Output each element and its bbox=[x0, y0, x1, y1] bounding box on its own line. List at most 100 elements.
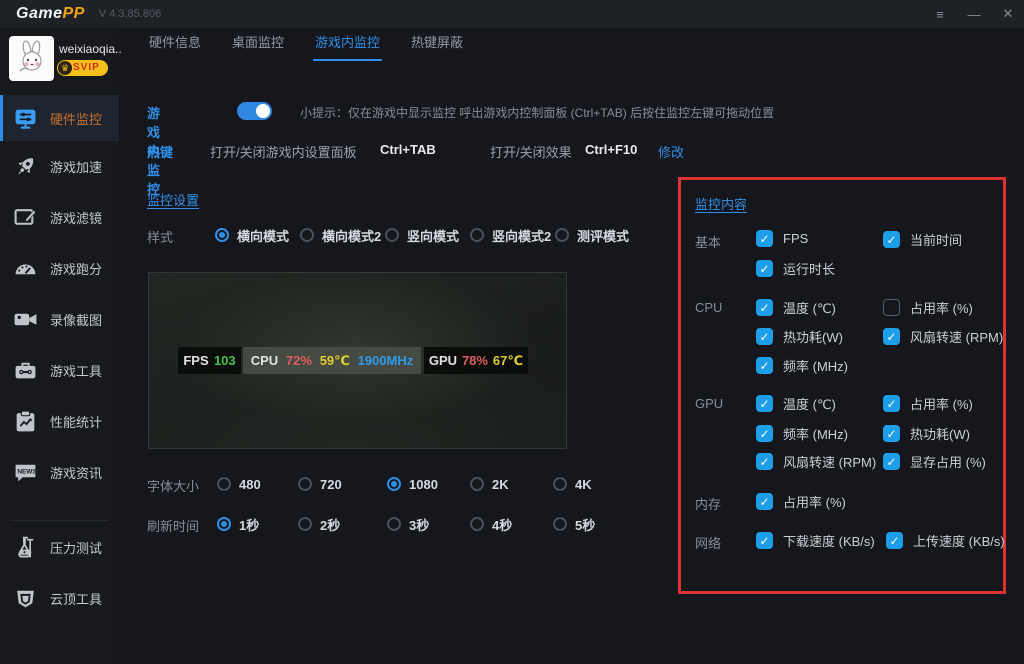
checkbox-item-cpu-temp[interactable]: 温度 (℃) bbox=[756, 298, 836, 317]
style-option-vertical[interactable]: 竖向模式 bbox=[385, 226, 459, 244]
refresh-4s[interactable]: 4秒 bbox=[470, 515, 512, 533]
sidebar-item-stress-test[interactable]: 压力测试 bbox=[0, 527, 119, 567]
checkbox-checked-icon[interactable] bbox=[886, 532, 903, 549]
style-option-horizontal2[interactable]: 横向模式2 bbox=[300, 226, 381, 244]
radio-icon[interactable] bbox=[385, 228, 399, 242]
checkbox-label: 频率 (MHz) bbox=[783, 359, 848, 374]
radio-icon[interactable] bbox=[555, 228, 569, 242]
sidebar-item-label: 游戏工具 bbox=[50, 364, 103, 379]
tab-in-game-monitor[interactable]: 游戏内监控 bbox=[313, 28, 383, 61]
checkbox-item-cpu-power[interactable]: 热功耗(W) bbox=[756, 327, 843, 346]
sidebar-item-game-tools[interactable]: 游戏工具 bbox=[0, 345, 119, 396]
style-option-vertical2[interactable]: 竖向模式2 bbox=[470, 226, 551, 244]
radio-icon[interactable] bbox=[470, 477, 484, 491]
preview-cpu-segment: CPU 72% 59℃ 1900MHz bbox=[243, 347, 421, 374]
checkbox-checked-icon[interactable] bbox=[756, 357, 773, 374]
checkbox-checked-icon[interactable] bbox=[756, 395, 773, 412]
style-option-horizontal[interactable]: 横向模式 bbox=[215, 226, 289, 244]
hotkey-panel-key: Ctrl+TAB bbox=[380, 142, 436, 157]
font-size-option-label: 480 bbox=[239, 476, 261, 492]
sidebar-item-hardware-monitor[interactable]: 硬件监控 bbox=[0, 95, 119, 141]
sidebar-item-performance-stats[interactable]: 性能统计 bbox=[0, 396, 119, 447]
radio-selected-icon[interactable] bbox=[387, 477, 401, 491]
checkbox-checked-icon[interactable] bbox=[756, 299, 773, 316]
monitor-content-title[interactable]: 监控内容 bbox=[695, 194, 747, 213]
checkbox-checked-icon[interactable] bbox=[883, 453, 900, 470]
checkbox-item-cpu-usage[interactable]: 占用率 (%) bbox=[883, 298, 973, 317]
radio-icon[interactable] bbox=[387, 517, 401, 531]
checkbox-item-fps[interactable]: FPS bbox=[756, 230, 808, 247]
close-icon[interactable]: ✕ bbox=[1000, 6, 1016, 22]
checkbox-checked-icon[interactable] bbox=[756, 532, 773, 549]
tab-hotkey-block[interactable]: 热键屏蔽 bbox=[409, 28, 465, 61]
checkbox-checked-icon[interactable] bbox=[756, 260, 773, 277]
tab-desktop-monitor[interactable]: 桌面监控 bbox=[230, 28, 286, 61]
checkbox-label: 上传速度 (KB/s) bbox=[913, 534, 1005, 549]
checkbox-checked-icon[interactable] bbox=[883, 425, 900, 442]
menu-icon[interactable]: ≡ bbox=[932, 7, 948, 22]
checkbox-item-upload-speed[interactable]: 上传速度 (KB/s) bbox=[886, 531, 1005, 550]
checkbox-item-current-time[interactable]: 当前时间 bbox=[883, 230, 962, 249]
refresh-3s[interactable]: 3秒 bbox=[387, 515, 429, 533]
radio-icon[interactable] bbox=[298, 477, 312, 491]
checkbox-item-gpu-usage[interactable]: 占用率 (%) bbox=[883, 394, 973, 413]
checkbox-checked-icon[interactable] bbox=[756, 425, 773, 442]
font-size-720[interactable]: 720 bbox=[298, 475, 342, 493]
sidebar-item-label: 游戏滤镜 bbox=[50, 211, 103, 226]
checkbox-item-cpu-fan[interactable]: 风扇转速 (RPM) bbox=[883, 327, 1003, 346]
minimize-icon[interactable]: — bbox=[966, 7, 982, 22]
gpu-usage-value: 78% bbox=[461, 353, 488, 368]
checkbox-checked-icon[interactable] bbox=[883, 395, 900, 412]
checkbox-label: 温度 (℃) bbox=[783, 397, 836, 412]
checkbox-item-run-duration[interactable]: 运行时长 bbox=[756, 259, 835, 278]
font-size-option-label: 4K bbox=[575, 476, 592, 492]
radio-icon[interactable] bbox=[470, 517, 484, 531]
modify-link[interactable]: 修改 bbox=[658, 142, 684, 161]
refresh-2s[interactable]: 2秒 bbox=[298, 515, 340, 533]
radio-icon[interactable] bbox=[470, 228, 484, 242]
refresh-5s[interactable]: 5秒 bbox=[553, 515, 595, 533]
radio-icon[interactable] bbox=[298, 517, 312, 531]
checkbox-item-gpu-vram[interactable]: 显存占用 (%) bbox=[883, 452, 986, 471]
in-game-monitor-toggle[interactable] bbox=[237, 102, 272, 120]
monitor-settings-title[interactable]: 监控设置 bbox=[147, 190, 199, 209]
checkbox-item-gpu-freq[interactable]: 频率 (MHz) bbox=[756, 424, 848, 443]
checkbox-checked-icon[interactable] bbox=[756, 493, 773, 510]
radio-selected-icon[interactable] bbox=[217, 517, 231, 531]
tab-hardware-info[interactable]: 硬件信息 bbox=[147, 28, 203, 61]
checkbox-label: 占用率 (%) bbox=[910, 301, 973, 316]
radio-icon[interactable] bbox=[553, 477, 567, 491]
sidebar-item-game-filter[interactable]: 游戏滤镜 bbox=[0, 192, 119, 243]
radio-icon[interactable] bbox=[217, 477, 231, 491]
checkbox-unchecked-icon[interactable] bbox=[883, 299, 900, 316]
user-box[interactable]: weixiaoqia.. ♛ SVIP bbox=[0, 34, 122, 90]
sidebar-item-game-news[interactable]: NEWS 游戏资讯 bbox=[0, 447, 119, 498]
checkbox-label: 当前时间 bbox=[910, 233, 963, 248]
checkbox-checked-icon[interactable] bbox=[883, 328, 900, 345]
checkbox-checked-icon[interactable] bbox=[756, 328, 773, 345]
checkbox-item-mem-usage[interactable]: 占用率 (%) bbox=[756, 492, 846, 511]
checkbox-item-gpu-fan[interactable]: 风扇转速 (RPM) bbox=[756, 452, 876, 471]
refresh-1s[interactable]: 1秒 bbox=[217, 515, 259, 533]
checkbox-checked-icon[interactable] bbox=[756, 453, 773, 470]
font-size-1080[interactable]: 1080 bbox=[387, 475, 438, 493]
svip-label: SVIP bbox=[73, 62, 100, 73]
radio-icon[interactable] bbox=[553, 517, 567, 531]
radio-selected-icon[interactable] bbox=[215, 228, 229, 242]
checkbox-item-gpu-power[interactable]: 热功耗(W) bbox=[883, 424, 970, 443]
sidebar-item-record-capture[interactable]: 录像截图 bbox=[0, 294, 119, 345]
font-size-4k[interactable]: 4K bbox=[553, 475, 592, 493]
radio-icon[interactable] bbox=[300, 228, 314, 242]
style-option-review[interactable]: 测评模式 bbox=[555, 226, 629, 244]
avatar[interactable] bbox=[9, 36, 54, 81]
sidebar-item-benchmark[interactable]: 游戏跑分 bbox=[0, 243, 119, 294]
checkbox-item-gpu-temp[interactable]: 温度 (℃) bbox=[756, 394, 836, 413]
font-size-2k[interactable]: 2K bbox=[470, 475, 509, 493]
checkbox-checked-icon[interactable] bbox=[883, 231, 900, 248]
monitor-preview: FPS 103 CPU 72% 59℃ 1900MHz GPU 78% 67℃ bbox=[148, 272, 567, 449]
font-size-480[interactable]: 480 bbox=[217, 475, 261, 493]
checkbox-checked-icon[interactable] bbox=[756, 230, 773, 247]
checkbox-item-cpu-freq[interactable]: 频率 (MHz) bbox=[756, 356, 848, 375]
sidebar-item-tft-tools[interactable]: 云顶工具 bbox=[0, 578, 119, 618]
checkbox-item-download-speed[interactable]: 下载速度 (KB/s) bbox=[756, 531, 875, 550]
